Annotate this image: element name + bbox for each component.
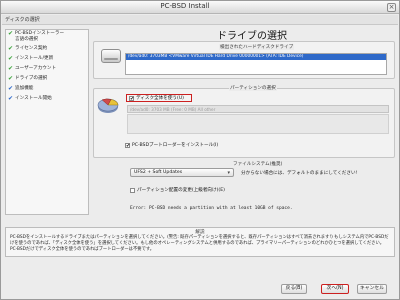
- partition-select-disabled: /dev/ad0: 3703 MB (Free: 0 MB) All other: [127, 105, 389, 113]
- error-message: Error: PC-BSD needs a partition with at …: [130, 206, 293, 211]
- sidebar-item-extra-features: ✔ 追加機能: [6, 85, 88, 95]
- install-bootloader-checkbox[interactable]: ✔ PC-BSDブートローダーをインストール(I): [125, 142, 218, 148]
- sidebar-item-language: ✔ PC-BSDインストーラー 言語の選択: [6, 30, 88, 45]
- use-whole-disk-label: ディスク全体を使う(U): [136, 96, 184, 101]
- check-icon: ✔: [8, 30, 14, 37]
- filesystem-hint: 分からない場合には、デフォルトのままにしてください!: [241, 171, 358, 176]
- sidebar-item-start-install: ✔ インストール開始: [6, 95, 88, 105]
- filesystem-label: ファイルシステム(推奨): [233, 162, 283, 167]
- sidebar-item-drive-selection: ✔ ドライブの選択: [6, 75, 88, 85]
- sidebar-item-label: ユーザーアカウント: [15, 66, 57, 71]
- filesystem-selected-value: UFS2 + Soft Updates: [134, 170, 183, 175]
- check-icon: ✔: [8, 55, 14, 62]
- sidebar-item-label: ライセンス契約: [15, 46, 48, 51]
- use-whole-disk-checkbox[interactable]: ✔ ディスク全体を使う(U): [126, 94, 192, 102]
- checkbox-box[interactable]: [130, 187, 135, 193]
- step-subtitle-bar: ディスクの選択: [2, 15, 398, 25]
- modify-partition-checkbox[interactable]: パーティション配置の変更(上級者向け)(E): [130, 187, 225, 193]
- sidebar-item-label: PC-BSDインストーラー 言語の選択: [15, 31, 65, 42]
- chevron-down-icon: ▾: [227, 170, 230, 176]
- filesystem-select[interactable]: UFS2 + Soft Updates ▾: [130, 168, 234, 177]
- title-bar: PC-BSD Install ×: [1, 1, 399, 14]
- sidebar-item-license: ✔ ライセンス契約: [6, 45, 88, 55]
- window-title: PC-BSD Install: [160, 2, 210, 10]
- check-icon: ✔: [8, 85, 14, 92]
- checkbox-box[interactable]: ✔: [129, 95, 134, 101]
- sidebar-item-label: ドライブの選択: [15, 76, 48, 81]
- detected-disks-label: 検出されたハードディスクドライブ: [219, 44, 295, 50]
- sidebar-item-label: インストール開始: [15, 96, 52, 101]
- cancel-button[interactable]: キャンセル: [357, 284, 387, 294]
- back-button[interactable]: 戻る(B): [281, 284, 307, 294]
- next-button[interactable]: 次へ(N): [321, 284, 349, 294]
- sidebar-item-user-accounts: ✔ ユーザーアカウント: [6, 65, 88, 75]
- hard-disk-icon: [101, 49, 121, 63]
- check-icon: ✔: [8, 45, 14, 52]
- help-panel: 解説 PC-BSDをインストールするドライブまたはパーティションを選択してくださ…: [5, 227, 395, 257]
- page-heading: ドライブの選択: [217, 31, 287, 42]
- step-subtitle: ディスクの選択: [5, 17, 40, 23]
- check-icon: ✔: [8, 95, 14, 102]
- disk-list-item-selected[interactable]: /dev/ad0: 3703MB <VMware Virtual IDE Har…: [126, 54, 386, 60]
- sidebar-item-install-update: ✔ インストール/更新: [6, 55, 88, 65]
- check-icon: ✔: [8, 75, 14, 82]
- modify-partition-label: パーティション配置の変更(上級者向け)(E): [137, 188, 225, 193]
- checkbox-box[interactable]: ✔: [125, 142, 130, 148]
- window-close-button[interactable]: ×: [387, 3, 396, 12]
- sidebar-item-label: 追加機能: [15, 86, 34, 91]
- steps-sidebar: ✔ PC-BSDインストーラー 言語の選択 ✔ ライセンス契約 ✔ インストール/…: [5, 29, 89, 215]
- check-icon: ✔: [8, 65, 14, 72]
- partition-list-disabled: [127, 114, 389, 134]
- partition-group-label: パーティションの選択: [229, 85, 277, 91]
- installer-window: PC-BSD Install × ディスクの選択 ✔ PC-BSDインストーラー…: [0, 0, 400, 300]
- bootloader-label: PC-BSDブートローダーをインストール(I): [132, 143, 219, 148]
- help-text: PC-BSDをインストールするドライブまたはパーティションを選択してください。(…: [10, 235, 389, 252]
- partition-pie-icon: [97, 98, 119, 113]
- sidebar-item-label: インストール/更新: [15, 56, 54, 61]
- disk-list[interactable]: /dev/ad0: 3703MB <VMware Virtual IDE Har…: [125, 53, 387, 75]
